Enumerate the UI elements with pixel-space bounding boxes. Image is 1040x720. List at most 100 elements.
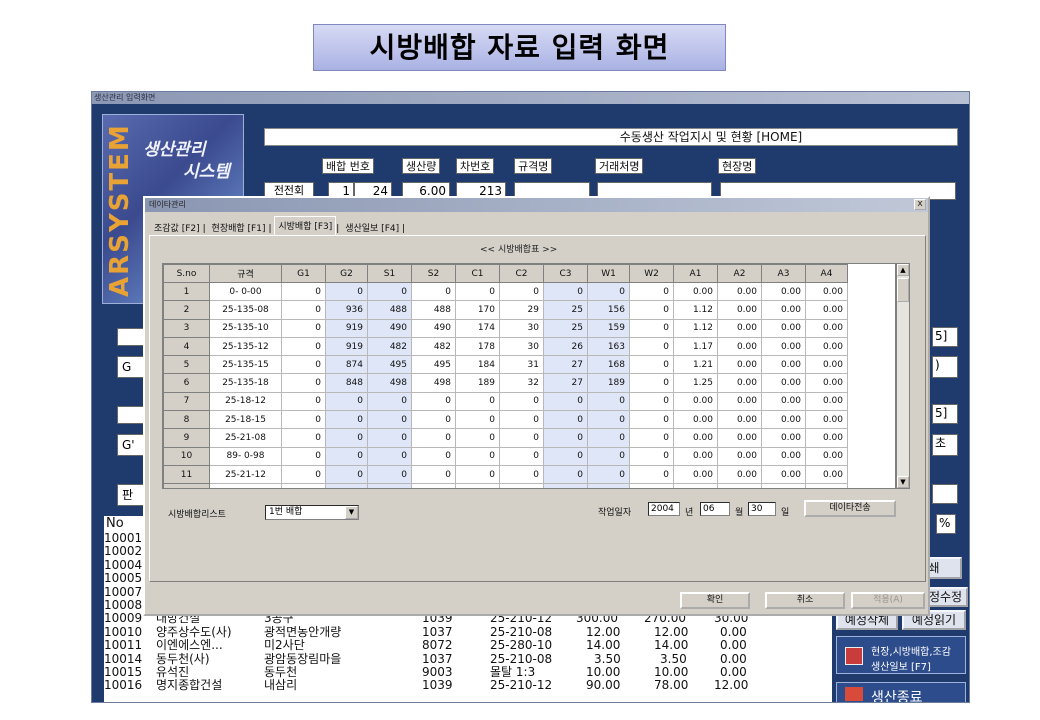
table-cell[interactable]: 0	[629, 281, 674, 302]
table-cell[interactable]: 174	[455, 318, 500, 338]
table-cell[interactable]: 6	[163, 373, 210, 393]
table-cell[interactable]: 488	[411, 300, 456, 320]
table-cell[interactable]: 0	[281, 373, 326, 393]
table-cell[interactable]: 27	[543, 355, 588, 375]
table-cell[interactable]: 0	[499, 281, 544, 302]
table-cell[interactable]: 11	[163, 464, 210, 485]
table-cell[interactable]: 0.00	[761, 373, 806, 393]
table-cell[interactable]: 498	[411, 373, 456, 393]
table-cell[interactable]: 0	[281, 300, 326, 320]
table-row[interactable]: 2 25-135-08 0 936 488 488 170 29 25 156 0 1.12 0.00 0…	[163, 300, 848, 320]
table-cell[interactable]: 0	[455, 281, 500, 302]
table-row[interactable]: 1 0- 0-00 0 0 0 0 0 0 0 0 0 0.00 0.00 0.00 0.00	[163, 281, 848, 302]
table-cell[interactable]: 498	[367, 373, 412, 393]
table-cell[interactable]: 0	[629, 318, 674, 338]
table-cell[interactable]: 0.00	[717, 428, 762, 448]
right-field-5[interactable]	[932, 484, 958, 504]
data-transfer-button[interactable]: 데이타전송	[804, 500, 896, 517]
table-cell[interactable]: 0.00	[805, 281, 848, 302]
table-cell[interactable]: 9	[163, 428, 210, 448]
table-cell[interactable]: 490	[367, 318, 412, 338]
table-cell[interactable]: 0	[499, 446, 544, 466]
table-cell[interactable]: 25-135-12	[209, 336, 282, 357]
table-cell[interactable]: 8	[163, 410, 210, 430]
table-cell[interactable]: 25-135-15	[209, 355, 282, 375]
table-cell[interactable]: 0	[367, 410, 412, 430]
table-cell[interactable]: 30	[499, 336, 544, 357]
table-cell[interactable]: 0	[629, 391, 674, 412]
table-cell[interactable]: 170	[455, 300, 500, 320]
table-row[interactable]: 6 25-135-18 0 848 498 498 189 32 27 189 0 1.25 0.00 0…	[163, 373, 848, 393]
table-cell[interactable]: 0	[411, 410, 456, 430]
table-cell[interactable]: 0	[543, 391, 588, 412]
table-cell[interactable]: 0.00	[761, 410, 806, 430]
table-cell[interactable]: 184	[455, 483, 500, 488]
table-row[interactable]: 11 25-21-12 0 0 0 0 0 0 0 0 0 0.00 0.00 0.00 0.00	[163, 464, 848, 485]
table-cell[interactable]: 1.17	[673, 336, 718, 357]
table-cell[interactable]: 0.00	[805, 464, 848, 485]
table-cell[interactable]: 0	[629, 428, 674, 448]
right-field-4[interactable]: 초	[932, 434, 958, 456]
grid-scrollbar[interactable]: ▲ ▼	[896, 263, 910, 489]
table-cell[interactable]: 0.00	[761, 355, 806, 375]
table-cell[interactable]: 156	[587, 300, 630, 320]
month-input[interactable]: 06	[700, 502, 730, 516]
table-cell[interactable]: 0.00	[673, 391, 718, 412]
table-cell[interactable]: 89- 0-98	[209, 446, 282, 466]
table-cell[interactable]: 166	[587, 483, 630, 488]
table-cell[interactable]: 0.00	[805, 410, 848, 430]
table-cell[interactable]: 495	[411, 355, 456, 375]
table-row[interactable]: 5 25-135-15 0 874 495 495 184 31 27 168 0 1.21 0.00 0…	[163, 355, 848, 375]
table-cell[interactable]: 0	[543, 410, 588, 430]
table-cell[interactable]: 0.00	[805, 483, 848, 488]
table-cell[interactable]: 29	[499, 300, 544, 320]
table-cell[interactable]: 0	[281, 410, 326, 430]
table-cell[interactable]: 5	[163, 355, 210, 375]
table-cell[interactable]: 0.00	[717, 446, 762, 466]
table-cell[interactable]: 0.00	[805, 336, 848, 357]
table-cell[interactable]: 488	[411, 483, 456, 488]
table-cell[interactable]: 1.21	[673, 483, 718, 488]
table-cell[interactable]: 0	[325, 428, 368, 448]
table-cell[interactable]: 0	[499, 464, 544, 485]
table-row[interactable]: 7 25-18-12 0 0 0 0 0 0 0 0 0 0.00 0.00 0.00 0.00	[163, 391, 848, 412]
table-cell[interactable]: 0.00	[717, 355, 762, 375]
table-cell[interactable]: 0.00	[761, 428, 806, 448]
table-cell[interactable]: 0	[411, 281, 456, 302]
table-cell[interactable]: 0- 0-00	[209, 281, 282, 302]
table-cell[interactable]: 0	[629, 483, 674, 488]
table-cell[interactable]: 0.00	[761, 446, 806, 466]
table-cell[interactable]: 0.00	[761, 483, 806, 488]
table-cell[interactable]: 0.00	[761, 336, 806, 357]
right-field-2[interactable]: )	[932, 356, 958, 378]
table-cell[interactable]: 0.00	[761, 391, 806, 412]
table-cell[interactable]: 0	[367, 446, 412, 466]
table-cell[interactable]: 4	[163, 336, 210, 357]
table-cell[interactable]: 189	[587, 373, 630, 393]
table-cell[interactable]: 0	[367, 428, 412, 448]
table-cell[interactable]: 0	[281, 428, 326, 448]
table-cell[interactable]: 0.00	[805, 300, 848, 320]
table-cell[interactable]: 0	[629, 336, 674, 357]
table-cell[interactable]: 0.00	[673, 428, 718, 448]
table-cell[interactable]: 0	[629, 373, 674, 393]
table-row[interactable]: 4 25-135-12 0 919 482 482 178 30 26 163 0 1.17 0.00 0…	[163, 336, 848, 357]
table-cell[interactable]: 25-21-12	[209, 464, 282, 485]
table-cell[interactable]: 490	[411, 318, 456, 338]
table-cell[interactable]: 0	[411, 464, 456, 485]
table-cell[interactable]: 0.00	[805, 355, 848, 375]
table-cell[interactable]: 2	[163, 300, 210, 320]
table-cell[interactable]: 32	[499, 373, 544, 393]
table-cell[interactable]: 0	[587, 410, 630, 430]
table-cell[interactable]: 0.00	[805, 318, 848, 338]
table-cell[interactable]: 0.00	[805, 391, 848, 412]
table-cell[interactable]: 0	[325, 446, 368, 466]
table-cell[interactable]: 0	[455, 446, 500, 466]
table-cell[interactable]: 0	[587, 281, 630, 302]
table-cell[interactable]: 1.25	[673, 373, 718, 393]
table-row[interactable]: 8 25-18-15 0 0 0 0 0 0 0 0 0 0.00 0.00 0.00 0.00	[163, 410, 848, 430]
table-cell[interactable]: 0	[629, 446, 674, 466]
table-cell[interactable]: 0	[455, 428, 500, 448]
table-row[interactable]: 1225-15-080928488488184312716601.210.000…	[163, 483, 848, 488]
table-cell[interactable]: 25-15-08	[209, 483, 282, 488]
